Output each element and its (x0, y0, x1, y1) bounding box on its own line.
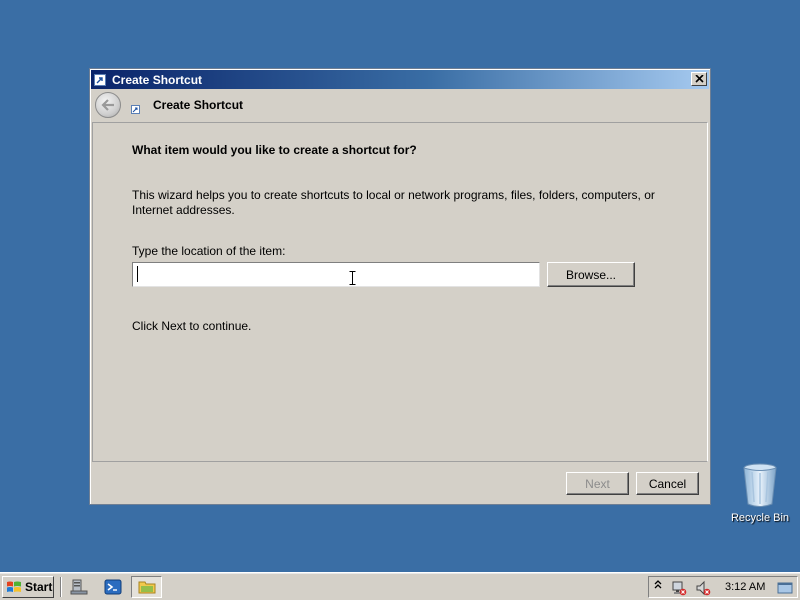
title-bar[interactable]: Create Shortcut (91, 70, 709, 89)
explorer-icon (138, 581, 156, 594)
back-button[interactable] (95, 92, 121, 118)
close-icon (694, 75, 704, 83)
back-arrow-icon (101, 99, 114, 111)
volume-muted-icon[interactable] (695, 580, 711, 596)
wizard-content: What item would you like to create a sho… (92, 122, 708, 462)
continue-instruction: Click Next to continue. (132, 319, 252, 333)
network-icon[interactable] (671, 580, 687, 596)
cancel-button[interactable]: Cancel (636, 472, 699, 495)
clock[interactable]: 3:12 AM (725, 581, 765, 593)
show-desktop-icon[interactable] (777, 580, 793, 596)
text-caret (137, 266, 138, 282)
chevron-up-icon (654, 580, 662, 589)
wizard-question: What item would you like to create a sho… (132, 143, 417, 157)
close-button[interactable] (691, 72, 707, 86)
show-hidden-icons-chevron[interactable] (654, 579, 662, 594)
next-button[interactable]: Next (566, 472, 629, 495)
server-manager-icon[interactable] (70, 579, 88, 595)
shortcut-small-icon (131, 105, 140, 114)
window-title: Create Shortcut (112, 72, 203, 87)
location-label: Type the location of the item: (132, 244, 286, 258)
wizard-header-title: Create Shortcut (153, 98, 244, 112)
shortcut-icon (94, 73, 106, 86)
recycle-bin-icon (743, 463, 777, 507)
windows-logo-icon (7, 581, 21, 592)
system-tray: 3:12 AM (648, 576, 798, 598)
create-shortcut-window: Create Shortcut Create Shortcut What ite… (89, 68, 711, 505)
explorer-taskbar-button[interactable] (131, 576, 162, 598)
quick-launch-separator (60, 577, 62, 597)
desktop-icon-recycle-bin[interactable]: Recycle Bin (728, 462, 792, 532)
start-label: Start (25, 580, 53, 594)
ibeam-cursor-icon (349, 271, 356, 285)
browse-button[interactable]: Browse... (547, 262, 635, 287)
location-input[interactable] (132, 262, 540, 287)
powershell-icon[interactable] (104, 579, 122, 595)
start-button[interactable]: Start (2, 576, 54, 598)
taskbar: Start 3:12 AM (0, 572, 800, 600)
recycle-bin-label: Recycle Bin (730, 512, 790, 524)
wizard-header: Create Shortcut (91, 89, 709, 122)
wizard-description: This wizard helps you to create shortcut… (132, 188, 655, 217)
